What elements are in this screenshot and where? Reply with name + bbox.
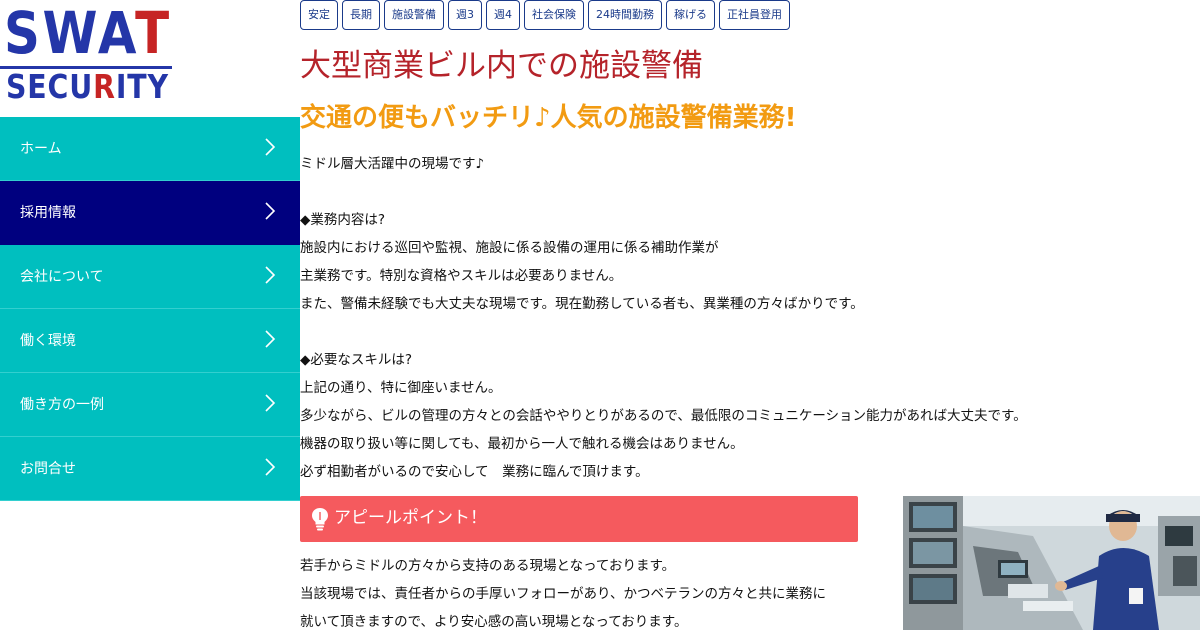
- nav-item-label: 会社について: [20, 269, 104, 285]
- description-line: また、警備未経験でも大丈夫な現場です。現在勤務している者も、異業種の方々ばかりで…: [300, 296, 864, 312]
- tag-list: 安定 長期 施設警備 週3 週4 社会保険 24時間勤務 稼げる 正社員登用: [300, 0, 794, 30]
- nav-item-work-example[interactable]: 働き方の一例: [0, 373, 300, 437]
- nav-item-label: 働き方の一例: [20, 397, 104, 413]
- nav-item-about[interactable]: 会社について: [0, 245, 300, 309]
- chevron-right-icon: [265, 138, 276, 156]
- nav-item-environment[interactable]: 働く環境: [0, 309, 300, 373]
- photo-illustration: [903, 496, 1200, 630]
- tag-high-pay[interactable]: 稼げる: [666, 0, 715, 30]
- chevron-right-icon: [265, 266, 276, 284]
- main-nav: ホーム 採用情報 会社について 働く環境 働き方の一例 お問合せ: [0, 117, 300, 501]
- monitoring-room-photo: [903, 496, 1200, 630]
- tag-full-time-hire[interactable]: 正社員登用: [719, 0, 790, 30]
- description-line: ◆業務内容は?: [300, 212, 386, 228]
- chevron-right-icon: [265, 458, 276, 476]
- nav-item-label: 採用情報: [20, 205, 76, 221]
- sidebar: SWAT SECURITY ホーム 採用情報 会社について 働く環境 働き方の一…: [0, 0, 300, 630]
- appeal-line: 若手からミドルの方々から支持のある現場となっております。: [300, 558, 676, 574]
- chevron-right-icon: [265, 394, 276, 412]
- lightbulb-icon: [312, 508, 328, 531]
- logo-swat-text: SWAT: [4, 0, 172, 67]
- nav-item-label: ホーム: [20, 141, 62, 157]
- description-line: ミドル層大活躍中の現場です♪: [300, 156, 485, 172]
- appeal-line: 当該現場では、責任者からの手厚いフォローがあり、かつベテランの方々と共に業務に: [300, 586, 826, 602]
- tag-24h-shift[interactable]: 24時間勤務: [588, 0, 662, 30]
- logo-security-text: SECURITY: [6, 67, 169, 106]
- tag-facility-security[interactable]: 施設警備: [384, 0, 444, 30]
- nav-item-label: お問合せ: [20, 461, 76, 477]
- description-line: ◆必要なスキルは?: [300, 352, 413, 368]
- nav-item-home[interactable]: ホーム: [0, 117, 300, 181]
- appeal-line: 就いて頂きますので、より安心感の高い現場となっております。: [300, 614, 688, 630]
- chevron-right-icon: [265, 202, 276, 220]
- description-line: 主業務です。特別な資格やスキルは必要ありません。: [300, 268, 623, 284]
- nav-item-contact[interactable]: お問合せ: [0, 437, 300, 501]
- description-line: [300, 318, 1027, 346]
- description-line: 多少ながら、ビルの管理の方々との会話ややりとりがあるので、最低限のコミュニケーシ…: [300, 408, 1027, 424]
- chevron-right-icon: [265, 330, 276, 348]
- job-subtitle: 交通の便もバッチリ♪人気の施設警備業務!: [300, 103, 797, 133]
- site-logo[interactable]: SWAT SECURITY: [0, 0, 300, 117]
- nav-item-recruit[interactable]: 採用情報: [0, 181, 300, 245]
- nav-item-label: 働く環境: [20, 333, 76, 349]
- job-description: ミドル層大活躍中の現場です♪ ◆業務内容は? 施設内における巡回や監視、施設に係…: [300, 150, 1027, 486]
- description-line: 機器の取り扱い等に関しても、最初から一人で触れる機会はありません。: [300, 436, 744, 452]
- description-line: 施設内における巡回や監視、施設に係る設備の運用に係る補助作業が: [300, 240, 719, 256]
- tag-3-days-week[interactable]: 週3: [448, 0, 482, 30]
- tag-stable[interactable]: 安定: [300, 0, 338, 30]
- appeal-heading: アピールポイント！: [334, 508, 487, 528]
- job-title: 大型商業ビル内での施設警備: [300, 48, 703, 84]
- description-line: [300, 178, 1027, 206]
- tag-social-insurance[interactable]: 社会保険: [524, 0, 584, 30]
- tag-4-days-week[interactable]: 週4: [486, 0, 520, 30]
- appeal-heading-box: アピールポイント！: [300, 496, 858, 542]
- description-line: 上記の通り、特に御座いません。: [300, 380, 502, 396]
- tag-long-term[interactable]: 長期: [342, 0, 380, 30]
- appeal-description: 若手からミドルの方々から支持のある現場となっております。 当該現場では、責任者か…: [300, 552, 826, 636]
- description-line: 必ず相勤者がいるので安心して 業務に臨んで頂けます。: [300, 464, 649, 480]
